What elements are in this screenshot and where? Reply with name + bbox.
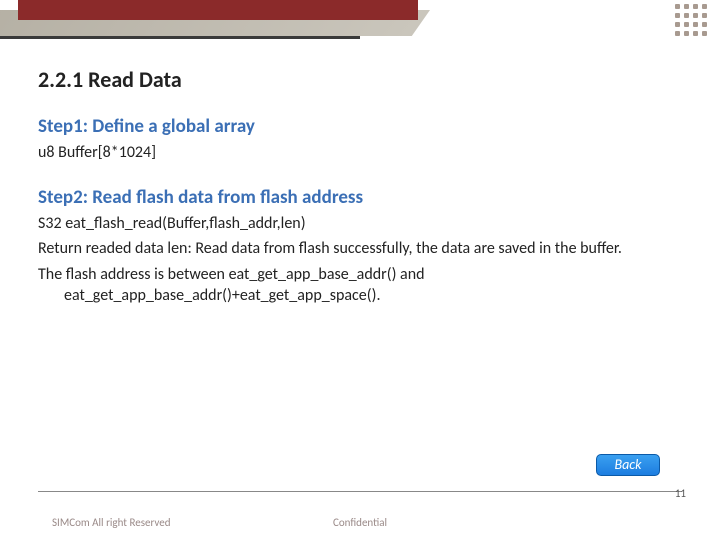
dot-grid-icon [675,4,708,37]
back-button[interactable]: Back [596,454,660,476]
content-area: 2.2.1 Read Data Step1: Define a global a… [0,42,720,307]
step2-line-1: S32 eat_flash_read(Buffer,flash_addr,len… [38,213,682,235]
step1-heading: Step1: Define a global array [38,115,682,138]
footer-left-text: SIMCom All right Reserved [52,516,171,529]
step1-line: u8 Buffer[8*1024] [38,142,682,164]
header-underline [0,36,360,39]
step2-heading: Step2: Read flash data from flash addres… [38,186,682,209]
step2-line-3: The flash address is between eat_get_app… [38,264,682,307]
footer-center-text: Confidential [333,516,387,529]
footer-rule [38,491,682,492]
step2-line-2: Return readed data len: Read data from f… [38,238,682,260]
section-title: 2.2.1 Read Data [38,66,682,93]
page-number: 11 [675,487,686,500]
header-maroon-bar [18,0,418,20]
slide-header [0,0,720,42]
